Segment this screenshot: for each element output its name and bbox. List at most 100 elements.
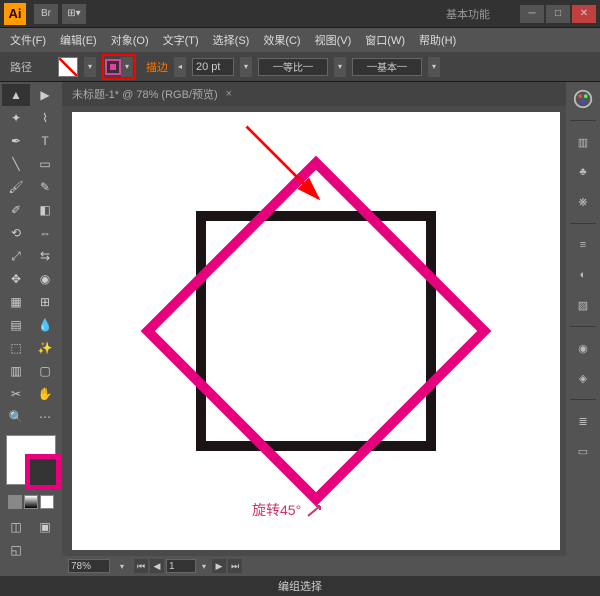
rotate-arrow-icon bbox=[305, 502, 327, 518]
bridge-button[interactable]: Br bbox=[34, 4, 58, 24]
gradient-panel-icon[interactable]: ◐ bbox=[572, 264, 594, 286]
paintbrush-tool[interactable]: 🖌 bbox=[2, 176, 30, 198]
eraser-tool[interactable]: ◧ bbox=[31, 199, 59, 221]
pencil-tool[interactable]: ✎ bbox=[31, 176, 59, 198]
menu-type[interactable]: 文字(T) bbox=[157, 29, 205, 51]
draw-mode[interactable]: ◱ bbox=[2, 539, 30, 561]
column-graph-tool[interactable]: ▥ bbox=[2, 360, 30, 382]
hand-tool[interactable]: ✋ bbox=[31, 383, 59, 405]
brush-select[interactable]: — 基本 — bbox=[352, 58, 422, 76]
last-artboard-button[interactable]: ⏭ bbox=[228, 559, 242, 573]
rotate-tool[interactable]: ⟲ bbox=[2, 222, 30, 244]
lasso-tool[interactable]: ⌇ bbox=[31, 107, 59, 129]
document-tab[interactable]: 未标题-1* @ 78% (RGB/预览) bbox=[72, 86, 218, 102]
menu-object[interactable]: 对象(O) bbox=[105, 29, 155, 51]
direct-selection-tool[interactable]: ▶ bbox=[31, 84, 59, 106]
selection-type-label: 路径 bbox=[10, 59, 32, 75]
stroke-panel-icon[interactable]: ≡ bbox=[572, 234, 594, 256]
rotate-annotation-text: 旋转45° bbox=[252, 500, 301, 520]
transparency-panel-icon[interactable]: ▨ bbox=[572, 294, 594, 316]
menu-window[interactable]: 窗口(W) bbox=[359, 29, 411, 51]
menu-file[interactable]: 文件(F) bbox=[4, 29, 52, 51]
brush-dd[interactable]: ▾ bbox=[428, 57, 440, 77]
brush-label: 基本 bbox=[377, 59, 397, 74]
profile-label: 等比 bbox=[283, 59, 303, 74]
extra-tool[interactable]: ⋯ bbox=[31, 406, 59, 428]
graphic-styles-panel-icon[interactable]: ◈ bbox=[572, 367, 594, 389]
symbols-panel-icon[interactable]: ❋ bbox=[572, 191, 594, 213]
minimize-button[interactable]: ─ bbox=[520, 5, 544, 23]
swatches-panel-icon[interactable]: ▥ bbox=[572, 131, 594, 153]
reflect-tool[interactable]: ⇔ bbox=[31, 222, 59, 244]
shape-builder-tool[interactable]: ◉ bbox=[31, 268, 59, 290]
eyedropper-tool[interactable]: 💧 bbox=[31, 314, 59, 336]
rectangle-tool[interactable]: ▭ bbox=[31, 153, 59, 175]
blob-brush-tool[interactable]: ✐ bbox=[2, 199, 30, 221]
profile-select[interactable]: — 等比 — bbox=[258, 58, 328, 76]
pen-tool[interactable]: ✒ bbox=[2, 130, 30, 152]
fill-dropdown[interactable]: ▾ bbox=[84, 57, 96, 77]
menu-effect[interactable]: 效果(C) bbox=[257, 29, 306, 51]
menu-edit[interactable]: 编辑(E) bbox=[54, 29, 103, 51]
next-artboard-button[interactable]: ▶ bbox=[212, 559, 226, 573]
perspective-tool[interactable]: ▦ bbox=[2, 291, 30, 313]
line-tool[interactable]: ╲ bbox=[2, 153, 30, 175]
stroke-highlight-annotation: ▾ bbox=[102, 54, 136, 80]
stroke-weight-input[interactable] bbox=[192, 58, 234, 76]
maximize-button[interactable]: □ bbox=[546, 5, 570, 23]
color-mode-none[interactable] bbox=[40, 495, 54, 509]
annotation-arrow-icon bbox=[242, 122, 332, 212]
stroke-dropdown[interactable]: ▾ bbox=[121, 57, 133, 77]
artboard-dd[interactable]: ▾ bbox=[198, 556, 210, 576]
width-tool[interactable]: ⇆ bbox=[31, 245, 59, 267]
menu-help[interactable]: 帮助(H) bbox=[413, 29, 462, 51]
artboards-panel-icon[interactable]: ▭ bbox=[572, 440, 594, 462]
scale-tool[interactable]: ⤢ bbox=[2, 245, 30, 267]
stroke-weight-dd[interactable]: ▾ bbox=[240, 57, 252, 77]
workspace-label[interactable]: 基本功能 bbox=[446, 6, 490, 22]
title-bar: Ai Br ⊞▾ 基本功能 ─ □ ✕ bbox=[0, 0, 600, 28]
artboard-number-input[interactable] bbox=[166, 559, 196, 573]
color-mode-gradient[interactable] bbox=[24, 495, 38, 509]
tab-close-icon[interactable]: × bbox=[226, 88, 232, 100]
color-mode-solid[interactable] bbox=[8, 495, 22, 509]
slice-tool[interactable]: ✂ bbox=[2, 383, 30, 405]
screen-mode-normal[interactable]: ◫ bbox=[2, 516, 30, 538]
screen-mode-full[interactable]: ▣ bbox=[31, 516, 59, 538]
prev-artboard-button[interactable]: ◀ bbox=[150, 559, 164, 573]
right-panel: ▥ ♣ ❋ ≡ ◐ ▨ ◉ ◈ ≣ ▭ bbox=[566, 82, 600, 576]
menu-select[interactable]: 选择(S) bbox=[207, 29, 256, 51]
artboard-tool[interactable]: ▢ bbox=[31, 360, 59, 382]
appearance-panel-icon[interactable]: ◉ bbox=[572, 337, 594, 359]
profile-dd[interactable]: ▾ bbox=[334, 57, 346, 77]
menu-bar: 文件(F) 编辑(E) 对象(O) 文字(T) 选择(S) 效果(C) 视图(V… bbox=[0, 28, 600, 52]
fill-swatch[interactable] bbox=[58, 57, 78, 77]
color-picker[interactable] bbox=[2, 433, 60, 511]
menu-view[interactable]: 视图(V) bbox=[309, 29, 358, 51]
canvas-viewport[interactable]: 旋转45° bbox=[62, 106, 566, 556]
type-tool[interactable]: T bbox=[31, 130, 59, 152]
magic-wand-tool[interactable]: ✦ bbox=[2, 107, 30, 129]
color-panel-icon[interactable] bbox=[572, 88, 594, 110]
stroke-color-icon[interactable] bbox=[25, 454, 61, 490]
first-artboard-button[interactable]: ⏮ bbox=[134, 559, 148, 573]
stroke-swatch[interactable] bbox=[105, 59, 121, 75]
zoom-input[interactable] bbox=[68, 559, 110, 573]
selection-tool[interactable]: ▲ bbox=[2, 84, 30, 106]
close-button[interactable]: ✕ bbox=[572, 5, 596, 23]
mesh-tool[interactable]: ⊞ bbox=[31, 291, 59, 313]
document-area: 未标题-1* @ 78% (RGB/预览) × 旋转45° ▾ ⏮ ◀ bbox=[62, 82, 566, 576]
arrange-button[interactable]: ⊞▾ bbox=[62, 4, 86, 24]
zoom-tool[interactable]: 🔍 bbox=[2, 406, 30, 428]
app-logo-icon: Ai bbox=[4, 3, 26, 25]
zoom-dd[interactable]: ▾ bbox=[116, 556, 128, 576]
layers-panel-icon[interactable]: ≣ bbox=[572, 410, 594, 432]
gradient-tool[interactable]: ▤ bbox=[2, 314, 30, 336]
stroke-label[interactable]: 描边 bbox=[146, 59, 168, 75]
symbol-sprayer-tool[interactable]: ✨ bbox=[31, 337, 59, 359]
brushes-panel-icon[interactable]: ♣ bbox=[572, 161, 594, 183]
blend-tool[interactable]: ⬚ bbox=[2, 337, 30, 359]
fill-color-icon[interactable] bbox=[6, 435, 56, 485]
free-transform-tool[interactable]: ✥ bbox=[2, 268, 30, 290]
stroke-weight-down[interactable]: ◂ bbox=[174, 57, 186, 77]
